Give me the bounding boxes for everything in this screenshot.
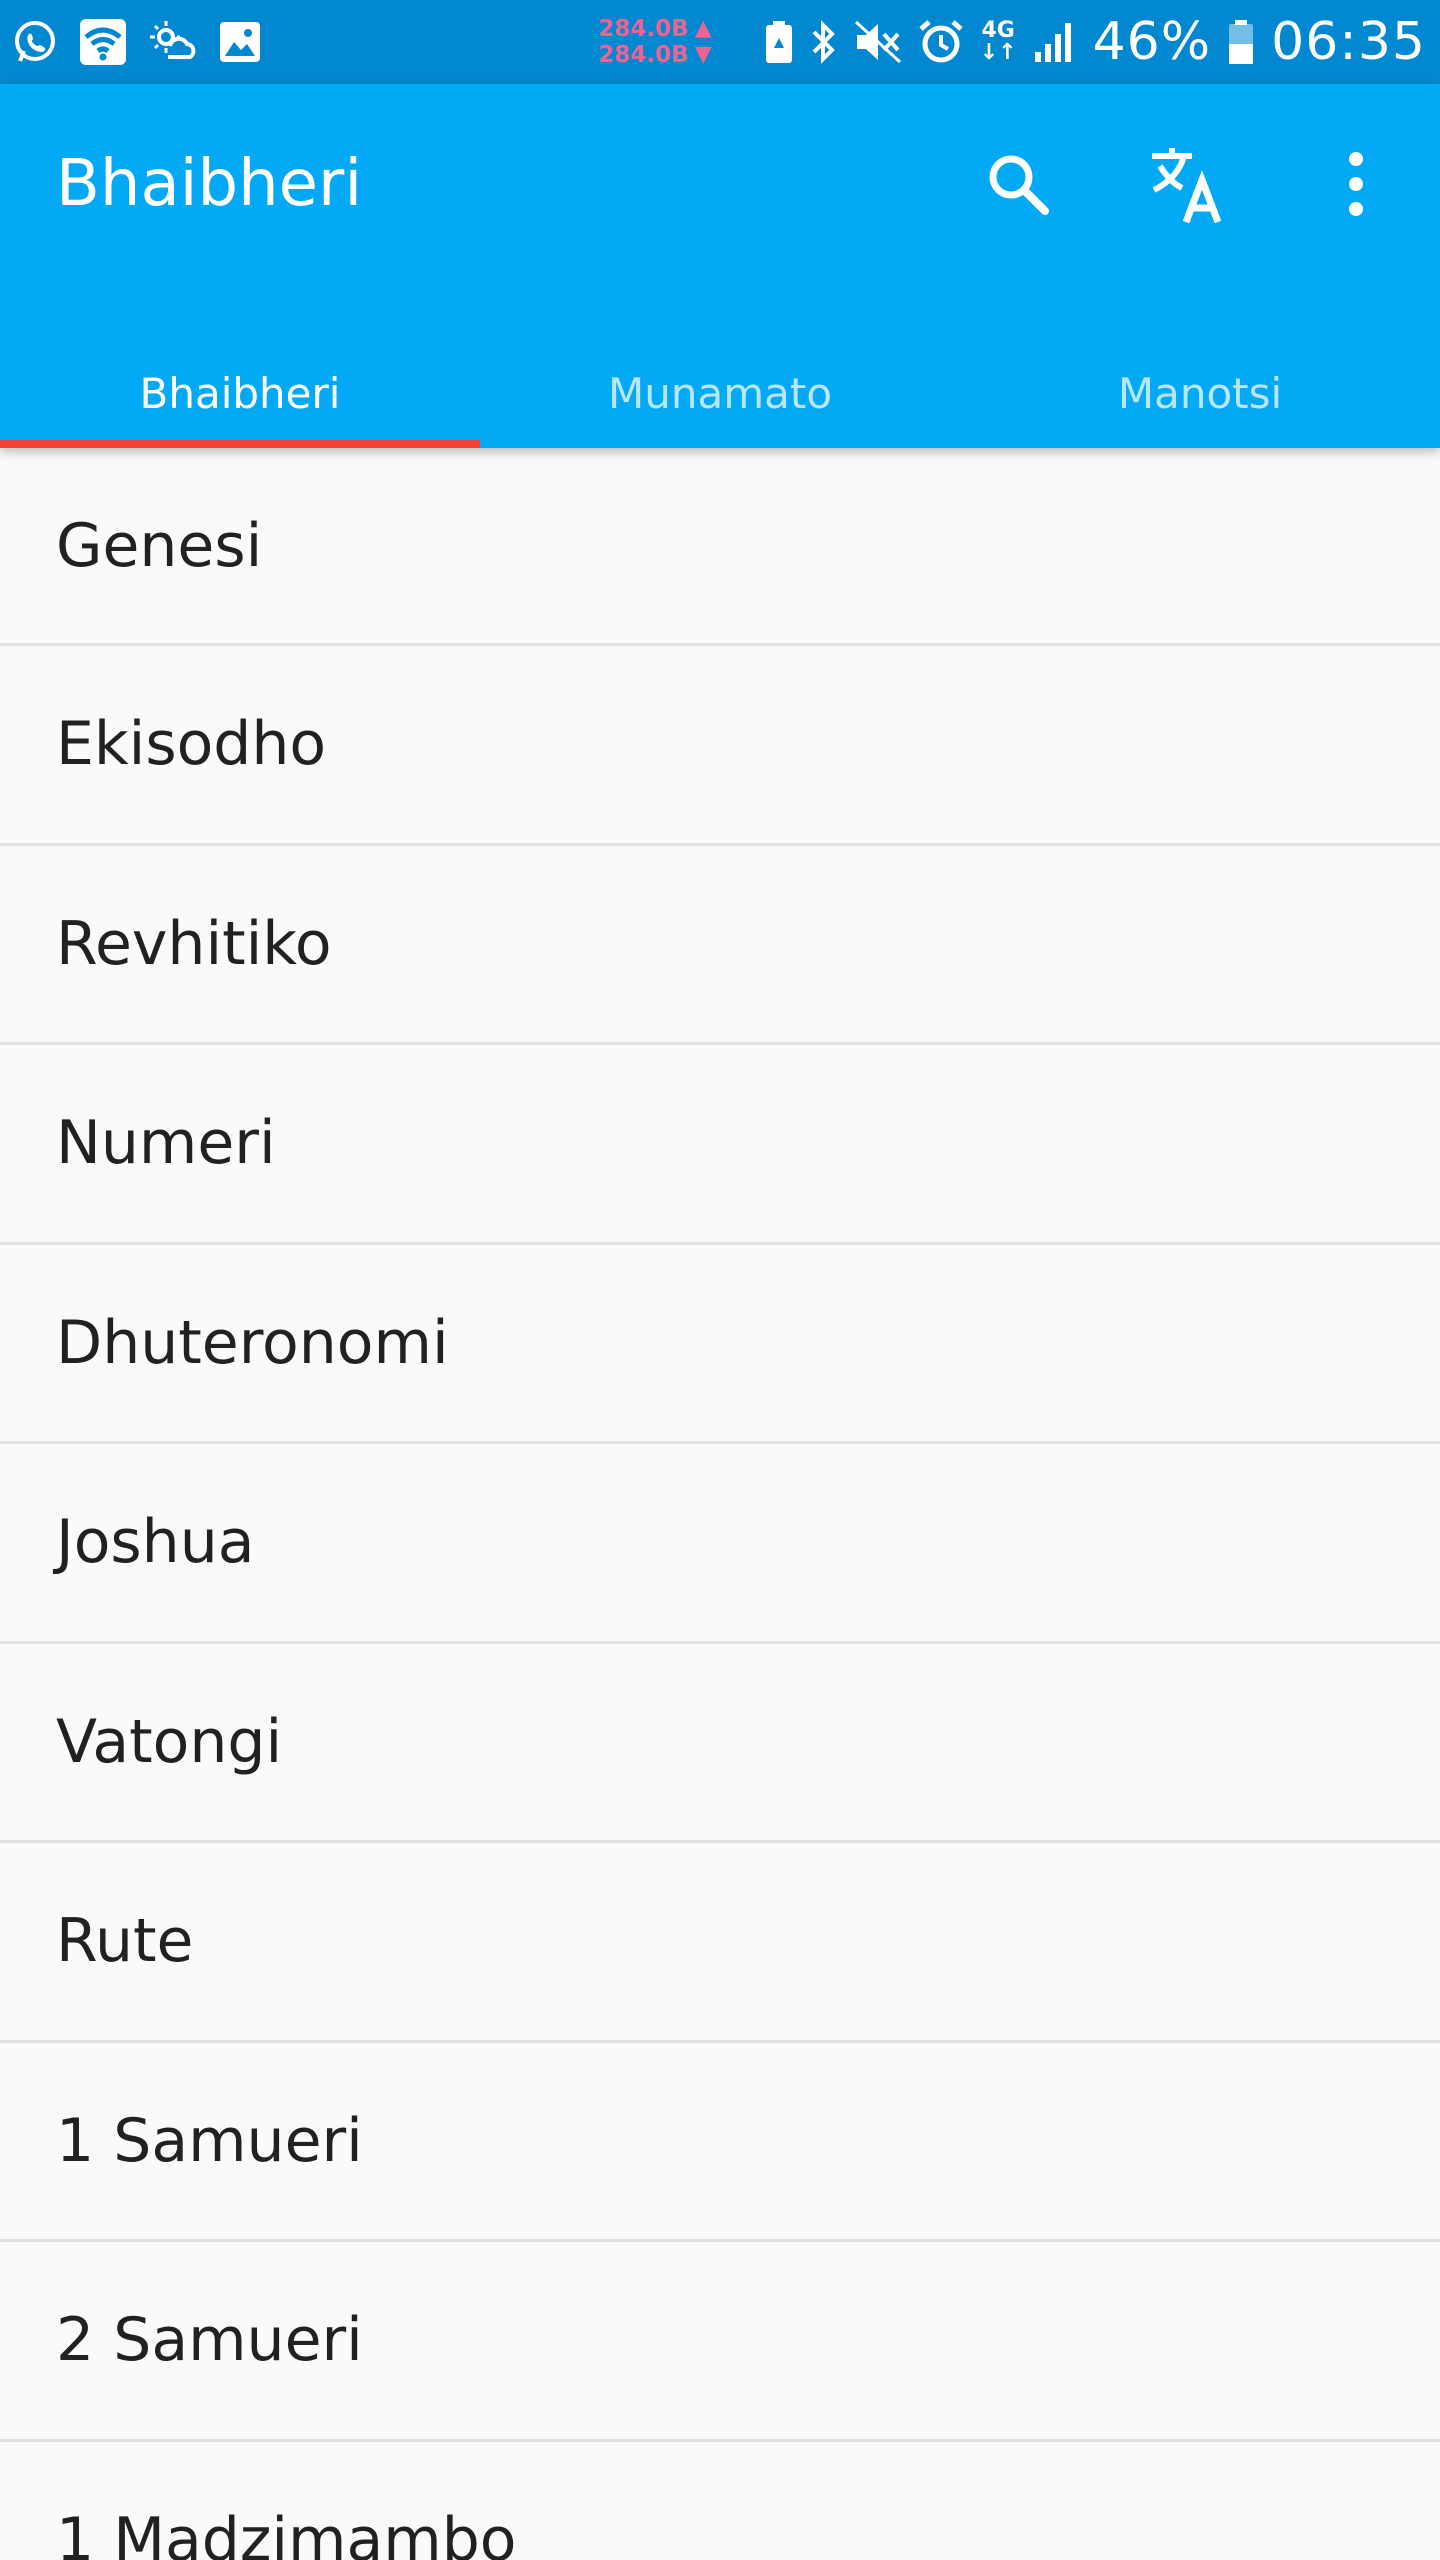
more-options-button[interactable] <box>1306 134 1406 234</box>
list-item[interactable]: Numeri <box>0 1045 1440 1245</box>
battery-icon <box>1227 19 1255 65</box>
alarm-icon <box>918 19 964 65</box>
tab-label: Manotsi <box>1117 369 1283 418</box>
book-name: 2 Samueri <box>56 2305 363 2376</box>
list-item[interactable]: 1 Madzimambo <box>0 2441 1440 2560</box>
book-name: Numeri <box>56 1108 276 1179</box>
network-speed: 284.0B ▲ 284.0B ▼ <box>598 16 711 68</box>
image-icon <box>218 20 262 64</box>
more-vert-icon <box>1344 149 1368 219</box>
signal-icon <box>1033 20 1077 64</box>
translate-icon <box>1148 144 1228 224</box>
book-name: Rute <box>56 1906 194 1977</box>
tab-munamato[interactable]: Munamato <box>480 354 960 448</box>
book-name: Ekisodho <box>56 709 327 780</box>
list-item[interactable]: 1 Samueri <box>0 2042 1440 2242</box>
list-item[interactable]: 2 Samueri <box>0 2242 1440 2442</box>
battery-percentage: 46% <box>1092 12 1212 72</box>
tab-manotsi[interactable]: Manotsi <box>960 354 1440 448</box>
list-item[interactable]: Revhitiko <box>0 845 1440 1045</box>
status-bar-left <box>12 17 282 67</box>
list-item[interactable]: Rute <box>0 1843 1440 2043</box>
list-item[interactable]: Ekisodho <box>0 646 1440 846</box>
search-icon <box>983 149 1053 219</box>
weather-icon <box>148 19 198 65</box>
whatsapp-icon <box>12 19 58 65</box>
book-name: Genesi <box>56 510 263 581</box>
book-list: Genesi Ekisodho Revhitiko Numeri Dhutero… <box>0 448 1440 2560</box>
book-name: Revhitiko <box>56 908 332 979</box>
list-item[interactable]: Vatongi <box>0 1643 1440 1843</box>
list-item[interactable]: Joshua <box>0 1444 1440 1644</box>
tab-bhaibheri[interactable]: Bhaibheri <box>0 354 480 448</box>
translate-button[interactable] <box>1138 134 1238 234</box>
upload-arrow-icon: ▲ <box>694 16 712 41</box>
network-type-label: 4G <box>981 18 1015 43</box>
list-item[interactable]: Genesi <box>0 448 1440 646</box>
network-type-4g: 4G ↓↑ <box>979 18 1017 65</box>
download-arrow-icon: ▼ <box>694 42 712 67</box>
wifi-icon <box>78 17 128 67</box>
list-item[interactable]: Dhuteronomi <box>0 1244 1440 1444</box>
toolbar: Bhaibheri <box>0 84 1440 280</box>
book-name: 1 Samueri <box>56 2105 363 2176</box>
screen: 284.0B ▲ 284.0B ▼ 4G ↓↑ 46% 06:35 Bhaibh… <box>0 0 1440 2560</box>
net-up-value: 284.0B <box>598 16 689 42</box>
tab-indicator <box>0 440 480 448</box>
app-title: Bhaibheri <box>56 147 363 221</box>
tab-label: Munamato <box>607 369 833 418</box>
tab-bar: Bhaibheri Munamato Manotsi <box>0 354 1440 448</box>
book-name: 1 Madzimambo <box>56 2504 517 2560</box>
battery-saver-icon <box>764 20 794 64</box>
bluetooth-icon <box>810 19 838 65</box>
mute-icon <box>854 20 902 64</box>
book-name: Vatongi <box>56 1706 283 1777</box>
book-name: Joshua <box>56 1507 255 1578</box>
clock: 06:35 <box>1271 12 1426 72</box>
book-name: Dhuteronomi <box>56 1307 449 1378</box>
search-button[interactable] <box>968 134 1068 234</box>
app-bar: Bhaibheri Bhaibheri Munamato Manotsi <box>0 84 1440 448</box>
net-down-value: 284.0B <box>598 42 689 68</box>
status-bar: 284.0B ▲ 284.0B ▼ 4G ↓↑ 46% 06:35 <box>0 0 1440 84</box>
tab-label: Bhaibheri <box>139 369 341 418</box>
status-bar-right: 284.0B ▲ 284.0B ▼ 4G ↓↑ 46% 06:35 <box>582 12 1426 72</box>
